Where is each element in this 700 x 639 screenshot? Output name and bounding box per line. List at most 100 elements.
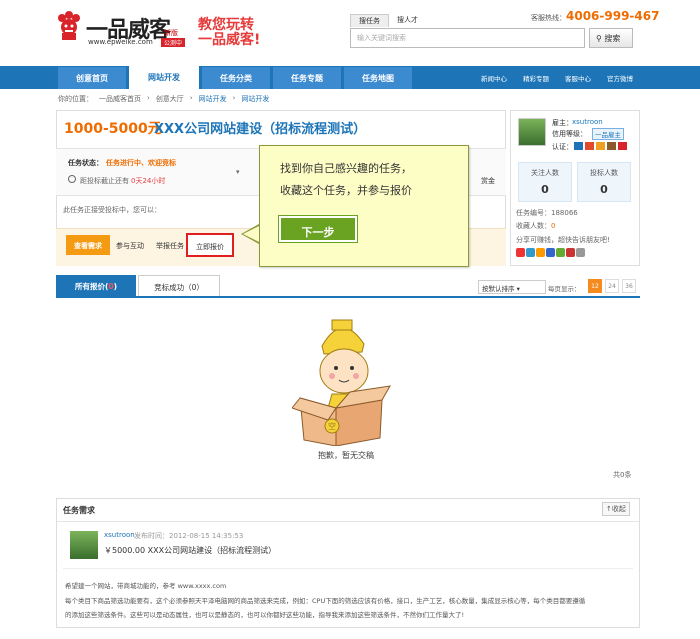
nav-categories[interactable]: 任务分类: [202, 67, 270, 89]
bounty-label: 赏金: [481, 177, 495, 185]
nav-link-news[interactable]: 新闻中心: [481, 73, 507, 83]
breadcrumb-home[interactable]: 一品威客首页: [99, 94, 141, 104]
id-cert-icon: [585, 142, 594, 150]
more-share-icon[interactable]: [576, 248, 585, 257]
per-page-36[interactable]: 36: [622, 279, 636, 293]
nav-home[interactable]: 创意首页: [58, 67, 126, 89]
tooltip-line-1: 找到你自己感兴趣的任务，: [280, 162, 412, 175]
status-label: 任务状态：: [68, 159, 103, 167]
followers-label: 关注人数: [531, 169, 559, 177]
chevron-down-icon[interactable]: ▾: [236, 168, 240, 176]
hotline-label: 客服热线：: [531, 14, 566, 22]
search-input[interactable]: 输入关键词搜索: [350, 28, 585, 48]
sort-select[interactable]: 按默认排序 ▾: [478, 280, 546, 294]
bidders-label: 投标人数: [590, 169, 618, 177]
nav-link-support[interactable]: 客服中心: [565, 73, 591, 83]
requirement-time: 发布时间：2012-08-15 14:35:53: [134, 532, 244, 540]
empty-message: 抱歉，暂无交稿: [318, 451, 374, 460]
per-page-label: 每页显示：: [548, 285, 581, 293]
deadline-label: 距投标截止还有: [80, 177, 129, 185]
interact-button[interactable]: 参与互动: [110, 235, 150, 255]
nav-web-dev[interactable]: 网站开发: [129, 66, 199, 89]
qq-share-icon[interactable]: [526, 248, 535, 257]
per-page-24[interactable]: 24: [605, 279, 619, 293]
phone-cert-icon: [618, 142, 627, 150]
requirement-body-line: 的添加这些筛选条件。这些可以是动态属性，也可以是静态的，也可以你都好这些功能，指…: [65, 611, 465, 619]
svg-text:空: 空: [328, 421, 336, 431]
followers-count: 0: [541, 183, 549, 196]
bidding-notice: 此任务正接受投标中，您可以：: [63, 206, 161, 214]
employer-name[interactable]: xsutroon: [572, 118, 603, 126]
credit-badge: 一品雇主: [592, 128, 624, 140]
company-cert-icon: [607, 142, 616, 150]
nav-map[interactable]: 任务地图: [344, 67, 412, 89]
search-button-label: 搜索: [604, 34, 621, 43]
breadcrumb: 你的位置： 一品威客首页 › 创意大厅 › 网站开发 › 网站开发: [58, 94, 269, 104]
beta-badge: 公测中: [161, 38, 186, 47]
tab-all-close: ): [113, 282, 118, 291]
tooltip-line-2: 收藏这个任务，并参与报价: [280, 184, 412, 197]
breadcrumb-label: 你的位置：: [58, 95, 93, 103]
divider: [57, 521, 639, 522]
nav-link-topics[interactable]: 精彩专题: [523, 73, 549, 83]
nav-link-weibo[interactable]: 官方微博: [607, 73, 633, 83]
credit-label: 信用等级：: [552, 130, 587, 138]
slogan-line-2: 一品威客!: [198, 32, 261, 48]
empty-mascot-illustration: 空: [291, 316, 392, 447]
per-page-12[interactable]: 12: [588, 279, 602, 293]
clock-icon: [68, 175, 76, 183]
tooltip-text: 找到你自己感兴趣的任务， 收藏这个任务，并参与报价: [280, 158, 460, 202]
next-step-button[interactable]: 下一步: [278, 215, 358, 243]
douban-share-icon[interactable]: [556, 248, 565, 257]
divider: [63, 568, 633, 569]
search-tab-talent[interactable]: 搜人才: [389, 14, 426, 27]
requirement-avatar[interactable]: [70, 531, 98, 559]
breadcrumb-category[interactable]: 网站开发: [199, 94, 227, 104]
favorites-count: 0: [551, 222, 556, 230]
total-count: 共0条: [613, 471, 632, 479]
search-tab-tasks[interactable]: 搜任务: [350, 14, 389, 27]
logo-icon[interactable]: [56, 11, 82, 41]
favorites-label: 收藏人数：: [516, 222, 551, 230]
breadcrumb-sep: ›: [232, 94, 236, 102]
cert-icons: [574, 142, 627, 150]
requirement-body-line: 每个类目下商品筛选功能要有，这个必须参照天平泽电脑网的商品筛选来完成，例如：CP…: [65, 597, 586, 605]
hotline-number: 4006-999-467: [566, 9, 660, 23]
search-icon: ⚲: [596, 34, 602, 43]
favorites-row: 收藏人数：0: [516, 221, 555, 231]
bank-cert-icon: [596, 142, 605, 150]
nav-topics[interactable]: 任务专题: [273, 67, 341, 89]
task-number: 任务编号：188066: [516, 209, 578, 217]
renren-share-icon[interactable]: [546, 248, 555, 257]
share-text: 分享可赚钱，超快告诉朋友吧!: [516, 236, 610, 244]
sort-value: 按默认排序: [482, 285, 515, 293]
employer-label: 雇主：: [552, 119, 573, 127]
employer-avatar[interactable]: [518, 118, 546, 146]
breadcrumb-hall[interactable]: 创意大厅: [156, 94, 184, 104]
weibo-share-icon[interactable]: [516, 248, 525, 257]
quote-now-button[interactable]: 立即报价: [186, 233, 234, 257]
new-version-badge: 新版: [164, 29, 178, 37]
breadcrumb-current[interactable]: 网站开发: [241, 94, 269, 104]
tab-all-quotes[interactable]: 所有报价(0): [56, 275, 136, 296]
search-tabs: 搜任务 搜人才: [350, 14, 426, 27]
qzone-share-icon[interactable]: [536, 248, 545, 257]
search-button[interactable]: ⚲ 搜索: [589, 28, 633, 48]
followers-stat: 关注人数 0: [518, 162, 572, 202]
collapse-button[interactable]: ↑收起: [602, 502, 630, 516]
bidders-stat: 投标人数 0: [577, 162, 631, 202]
breadcrumb-sep: ›: [189, 94, 193, 102]
slogan: 教您玩转 一品威客!: [198, 18, 260, 48]
tab-won-bids[interactable]: 竞标成功（0）: [138, 275, 220, 296]
email-cert-icon: [574, 142, 583, 150]
requirement-user[interactable]: xsutroon: [104, 531, 135, 539]
cert-label: 认证：: [552, 143, 573, 151]
slogan-line-1: 教您玩转: [198, 17, 254, 33]
tooltip-arrow-fill: [243, 226, 259, 242]
requirement-title: 任务需求: [63, 506, 95, 515]
requirement-task-name: ￥5000.00 XXX公司网站建设（招标流程测试）: [104, 546, 277, 555]
report-task-button[interactable]: 举报任务: [152, 235, 188, 255]
logo-url: www.epweike.com: [88, 38, 153, 46]
view-requirements-button[interactable]: 查看需求: [66, 235, 110, 255]
kaixin-share-icon[interactable]: [566, 248, 575, 257]
